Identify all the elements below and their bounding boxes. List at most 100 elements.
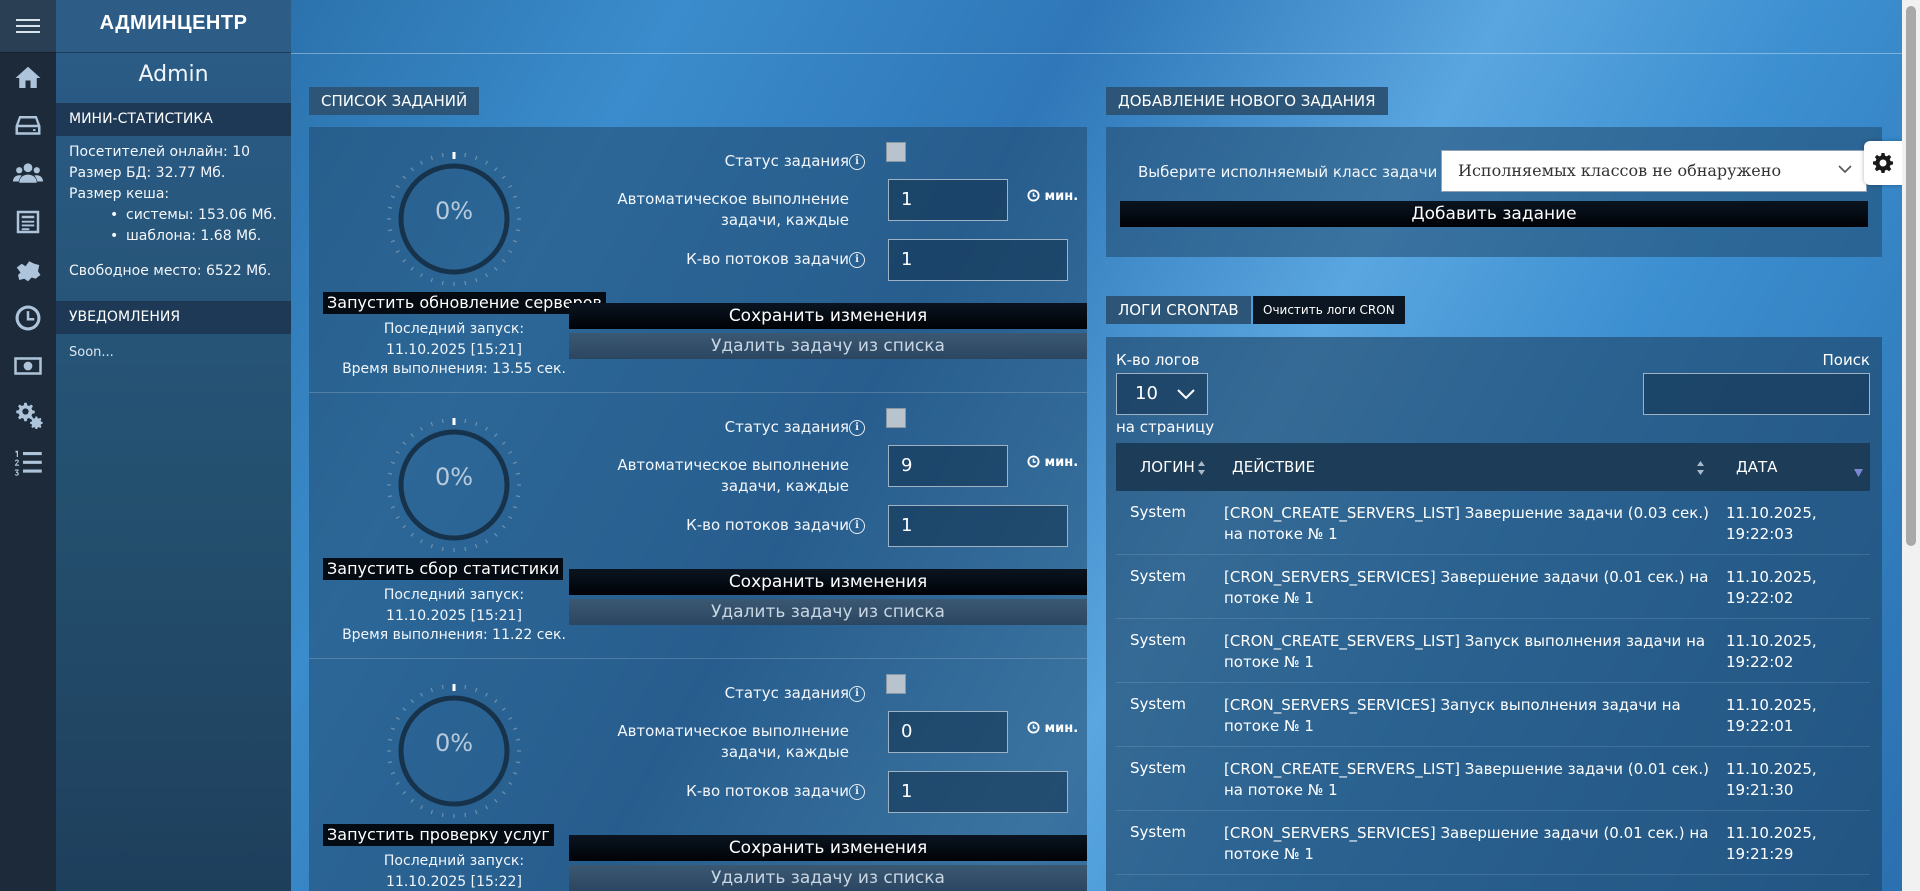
- column-header-action[interactable]: ДЕЙСТВИЕ: [1232, 443, 1315, 491]
- ordered-list-icon[interactable]: [8, 442, 48, 482]
- clock-icon: [1027, 189, 1040, 202]
- save-changes-button[interactable]: Сохранить изменения: [569, 303, 1087, 329]
- column-label: ЛОГИН: [1140, 458, 1195, 476]
- delete-task-button[interactable]: Удалить задачу из списка: [569, 599, 1087, 625]
- status-checkbox[interactable]: [886, 142, 906, 162]
- task-list-panel: 0% Запустить обновление серверов Последний…: [309, 127, 1087, 891]
- scrollbar-thumb[interactable]: [1906, 6, 1916, 546]
- page-scrollbar[interactable]: [1902, 0, 1920, 891]
- auto-run-label: Автоматическое выполнение задачи, каждые: [617, 456, 849, 495]
- progress-percent: 0%: [434, 729, 474, 757]
- status-label: Статус задания: [724, 684, 849, 702]
- menu-toggle-button[interactable]: [0, 0, 56, 53]
- log-row: System [CRON_CREATE_SERVERS_LIST] Заверше…: [1116, 491, 1870, 555]
- add-task-button[interactable]: Добавить задание: [1120, 201, 1868, 227]
- gears-icon[interactable]: [8, 394, 48, 434]
- save-changes-button[interactable]: Сохранить изменения: [569, 835, 1087, 861]
- status-checkbox[interactable]: [886, 674, 906, 694]
- clear-logs-button[interactable]: Очистить логи CRON: [1253, 296, 1405, 324]
- side-panel: АДМИНЦЕНТР Admin МИНИ-СТАТИСТИКА Посетит…: [56, 0, 291, 891]
- log-row: System [CRON_SERVERS_SERVICES] Завершение…: [1116, 555, 1870, 619]
- progress-percent: 0%: [434, 463, 474, 491]
- info-icon[interactable]: i: [849, 518, 865, 534]
- interval-input[interactable]: 0: [888, 711, 1008, 753]
- info-icon[interactable]: i: [849, 252, 865, 268]
- per-page-select[interactable]: 10: [1116, 373, 1208, 415]
- log-date: 11.10.2025, 19:21:30: [1726, 760, 1817, 799]
- interval-input[interactable]: 1: [888, 179, 1008, 221]
- search-input[interactable]: [1643, 373, 1870, 415]
- task-card: 0% Запустить проверку услуг Последний запу…: [309, 659, 1087, 891]
- column-header-login[interactable]: ЛОГИН: [1140, 443, 1195, 491]
- info-icon[interactable]: i: [849, 686, 865, 702]
- hamburger-icon: [16, 25, 40, 27]
- class-select[interactable]: Исполняемых классов не обнаружено: [1441, 150, 1867, 192]
- log-action: [CRON_SERVERS_SERVICES] Запуск выполнени…: [1224, 696, 1681, 735]
- per-page-label: К-во логов: [1116, 351, 1200, 369]
- info-icon[interactable]: i: [849, 784, 865, 800]
- free-space: Свободное место: 6522 Мб.: [69, 263, 272, 279]
- column-header-date[interactable]: ДАТА: [1736, 443, 1777, 491]
- threads-input[interactable]: 1: [888, 771, 1068, 813]
- status-checkbox[interactable]: [886, 408, 906, 428]
- log-date: 11.10.2025, 19:22:01: [1726, 696, 1817, 735]
- news-icon[interactable]: [8, 202, 48, 242]
- status-label: Статус задания: [724, 152, 849, 170]
- clock-icon[interactable]: [8, 298, 48, 338]
- auto-run-label: Автоматическое выполнение задачи, каждые: [617, 190, 849, 229]
- money-icon[interactable]: [8, 346, 48, 386]
- chevron-down-icon: [1177, 389, 1195, 400]
- log-action: [CRON_SERVERS_SERVICES] Завершение задач…: [1224, 824, 1709, 863]
- brand-title[interactable]: АДМИНЦЕНТР: [56, 0, 291, 53]
- db-size: Размер БД: 32.77 Мб.: [69, 165, 226, 181]
- save-changes-button[interactable]: Сохранить изменения: [569, 569, 1087, 595]
- topbar-divider: [291, 53, 1902, 54]
- delete-task-button[interactable]: Удалить задачу из списка: [569, 333, 1087, 359]
- run-task-button[interactable]: Запустить проверку услуг: [323, 824, 554, 846]
- delete-task-button[interactable]: Удалить задачу из списка: [569, 865, 1087, 891]
- log-row: System [CRON_CREATE_SERVERS_LIST] Запуск …: [1116, 619, 1870, 683]
- info-icon[interactable]: i: [849, 420, 865, 436]
- log-date: 11.10.2025, 19:22:02: [1726, 632, 1817, 671]
- threads-label: К-во потоков задачи: [686, 516, 849, 534]
- threads-input[interactable]: 1: [888, 239, 1068, 281]
- exec-time-text: Время выполнения: 11.22 сек.: [342, 627, 566, 643]
- storage-icon[interactable]: [8, 106, 48, 146]
- home-icon[interactable]: [8, 58, 48, 98]
- log-date: 11.10.2025, 19:21:29: [1726, 824, 1817, 863]
- minutes-unit: мин.: [1027, 189, 1078, 204]
- log-table-header: ЛОГИН ДЕЙСТВИЕ ДАТА: [1116, 443, 1870, 491]
- cache-size-label: Размер кеша:: [69, 186, 170, 202]
- log-action: [CRON_CREATE_SERVERS_LIST] Запуск выполн…: [1224, 632, 1706, 671]
- log-action: [CRON_SERVERS_SERVICES] Завершение задач…: [1224, 568, 1709, 607]
- class-select-label: Выберите исполняемый класс задачи: [1138, 163, 1438, 181]
- users-icon[interactable]: [8, 154, 48, 194]
- last-run-text: Последний запуск: 11.10.2025 [15:21]: [383, 321, 525, 358]
- progress-percent: 0%: [434, 197, 474, 225]
- run-task-button[interactable]: Запустить обновление серверов: [323, 292, 606, 314]
- notifications-text: Soon...: [69, 345, 114, 360]
- log-row: System [CRON_SERVERS_SERVICES] Запуск вып…: [1116, 683, 1870, 747]
- clock-icon: [1027, 721, 1040, 734]
- cache-templates: шаблона: 1.68 Мб.: [110, 228, 261, 244]
- log-login: System: [1130, 695, 1186, 713]
- icon-rail: [0, 0, 56, 891]
- log-date: 11.10.2025, 19:22:02: [1726, 568, 1817, 607]
- log-login: System: [1130, 759, 1186, 777]
- threads-input[interactable]: 1: [888, 505, 1068, 547]
- log-login: System: [1130, 503, 1186, 521]
- settings-gear-button[interactable]: [1864, 141, 1902, 185]
- info-icon[interactable]: i: [849, 154, 865, 170]
- per-page-value: 10: [1135, 383, 1158, 404]
- run-task-button[interactable]: Запустить сбор статистики: [323, 558, 564, 580]
- log-login: System: [1130, 567, 1186, 585]
- log-row: System [CRON_SERVERS_SERVICES] Завершение…: [1116, 811, 1870, 875]
- add-task-panel: Выберите исполняемый класс задачи Исполн…: [1106, 127, 1882, 257]
- log-login: System: [1130, 631, 1186, 649]
- map-icon[interactable]: [8, 250, 48, 290]
- logs-title: ЛОГИ CRONTAB: [1106, 296, 1251, 324]
- interval-input[interactable]: 9: [888, 445, 1008, 487]
- minutes-label: мин.: [1044, 189, 1079, 204]
- notifications-header: УВЕДОМЛЕНИЯ: [56, 301, 291, 334]
- status-label: Статус задания: [724, 418, 849, 436]
